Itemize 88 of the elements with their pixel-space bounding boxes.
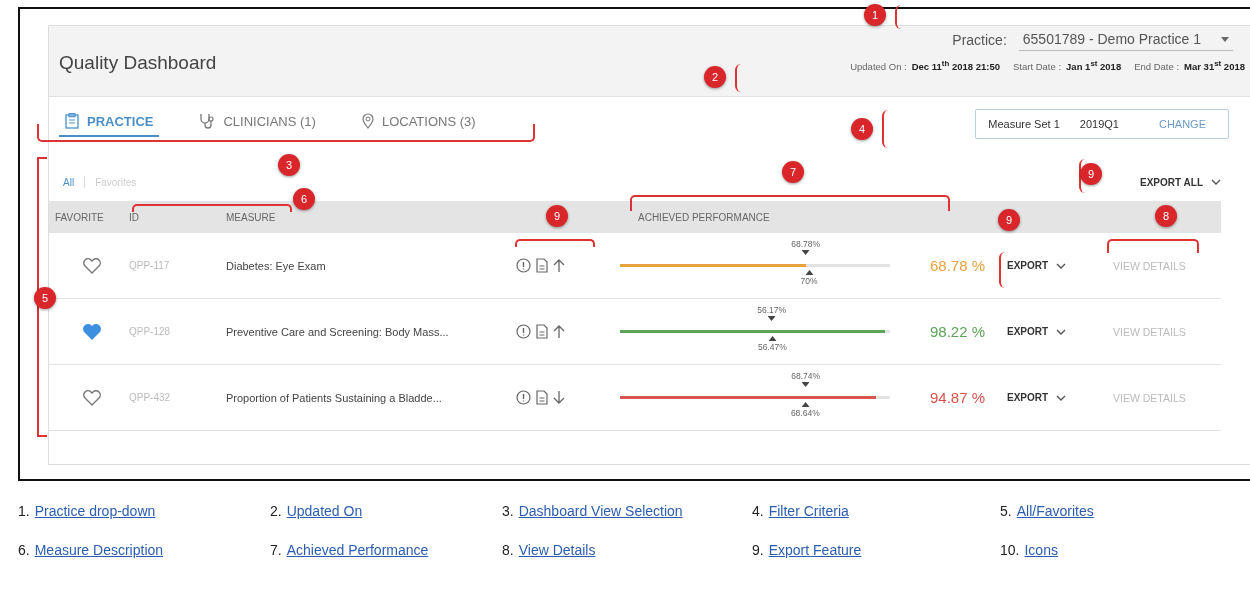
legend-number: 6. [18,542,30,558]
marker-icon [805,269,813,275]
legend-link[interactable]: Achieved Performance [286,542,429,558]
clipboard-icon [65,113,79,129]
legend-link[interactable]: Measure Description [34,542,164,558]
column-header: MEASURE [226,211,277,223]
measure-name: Diabetes: Eye Exam [226,259,327,272]
callout-number: 6 [293,188,315,210]
date-value: Mar 31$^{st}$ 2018 [1184,59,1245,73]
document-icon[interactable] [536,258,548,273]
legend-number: 1. [18,503,30,519]
performance-value: 94.87 % [928,389,985,406]
benchmark-label: 56.17% [757,304,787,315]
stethoscope-icon [199,113,216,129]
callout-number: 7 [782,161,804,183]
legend-number: 4. [752,503,764,519]
marker-icon [767,315,776,321]
measure-set: Measure Set 1 [988,118,1060,130]
date-value: Jan 1$^{st}$ 2018 [1066,59,1122,73]
marker-icon [768,335,777,341]
view-filter-tab[interactable]: All [63,176,75,188]
legend-number: 7. [270,542,282,558]
view-tab[interactable]: CLINICIANS (1) [193,109,322,137]
column-header: FAVORITE [54,211,105,223]
period: 2019Q1 [1079,118,1119,130]
callout-number: 5 [34,287,56,309]
legend-link[interactable]: Icons [1024,542,1058,558]
info-icon[interactable] [516,324,531,339]
chevron-down-icon [1056,328,1067,335]
marker-icon [801,401,810,407]
chevron-down-icon [1211,179,1221,185]
performance-value: 98.22 % [928,323,985,340]
benchmark-label: 70% [800,275,818,286]
practice-dropdown[interactable]: 65501789 - Demo Practice 1 [1018,29,1233,51]
page-title: Quality Dashboard [59,52,217,75]
caret-icon [1221,36,1229,42]
view-tab[interactable]: PRACTICE [59,109,160,137]
measure-id: QPP-128 [129,326,172,337]
map-pin-icon [361,113,374,129]
practice-label: Practice: [952,32,1007,48]
marker-icon [801,381,810,387]
legend-link[interactable]: Dashboard View Selection [518,503,683,519]
export-button[interactable]: EXPORT [1007,260,1097,271]
callout-number: 1 [864,4,886,26]
legend-link[interactable]: Practice drop-down [34,503,156,519]
callout-number: 9 [1080,163,1102,185]
legend-number: 2. [270,503,282,519]
export-all-button[interactable]: EXPORT ALL [1140,176,1221,188]
chevron-down-icon [1056,262,1067,269]
date-label: Start Date : [1013,61,1062,73]
export-button[interactable]: EXPORT [1007,392,1097,403]
measure-id: QPP-432 [129,392,172,403]
column-header: ID [129,211,140,223]
legend-number: 3. [502,503,514,519]
view-tab[interactable]: LOCATIONS (3) [355,109,482,137]
callout-number: 4 [851,118,873,140]
document-icon[interactable] [536,390,548,405]
legend-link[interactable]: All/Favorites [1016,503,1094,519]
legend-link[interactable]: Filter Criteria [768,503,849,519]
legend-number: 9. [752,542,764,558]
marker-icon [801,249,810,255]
legend-link[interactable]: View Details [518,542,596,558]
heart-outline-icon[interactable] [83,257,101,274]
filled-heart-icon[interactable] [83,323,101,340]
date-label: Updated On : [850,61,907,73]
legend-number: 5. [1000,503,1012,519]
info-icon[interactable] [516,390,531,405]
callout-number: 3 [278,154,300,176]
benchmark-label: 68.78% [791,238,821,249]
legend-number: 10. [1000,542,1020,558]
performance-value: 68.78 % [928,257,985,274]
heart-outline-icon[interactable] [83,389,101,406]
benchmark-label: 56.47% [758,341,787,352]
export-button[interactable]: EXPORT [1007,326,1097,337]
benchmark-label: 68.74% [791,370,820,381]
date-value: Dec 11$^{th}$ 2018 21:50 [911,59,1000,73]
document-icon[interactable] [536,324,548,339]
column-header: ACHIEVED PERFORMANCE [638,211,770,223]
info-icon[interactable] [516,258,531,273]
chevron-down-icon [1056,394,1067,401]
measure-name: Proportion of Patients Sustaining a Bladde... [226,391,443,404]
date-label: End Date : [1134,61,1180,73]
benchmark-label: 68.64% [790,407,820,418]
measure-name: Preventive Care and Screening: Body Mass... [226,325,450,338]
legend-number: 8. [502,542,514,558]
legend-link[interactable]: Export Feature [768,542,862,558]
legend-link[interactable]: Updated On [286,503,363,519]
measure-id: QPP-117 [129,260,171,271]
